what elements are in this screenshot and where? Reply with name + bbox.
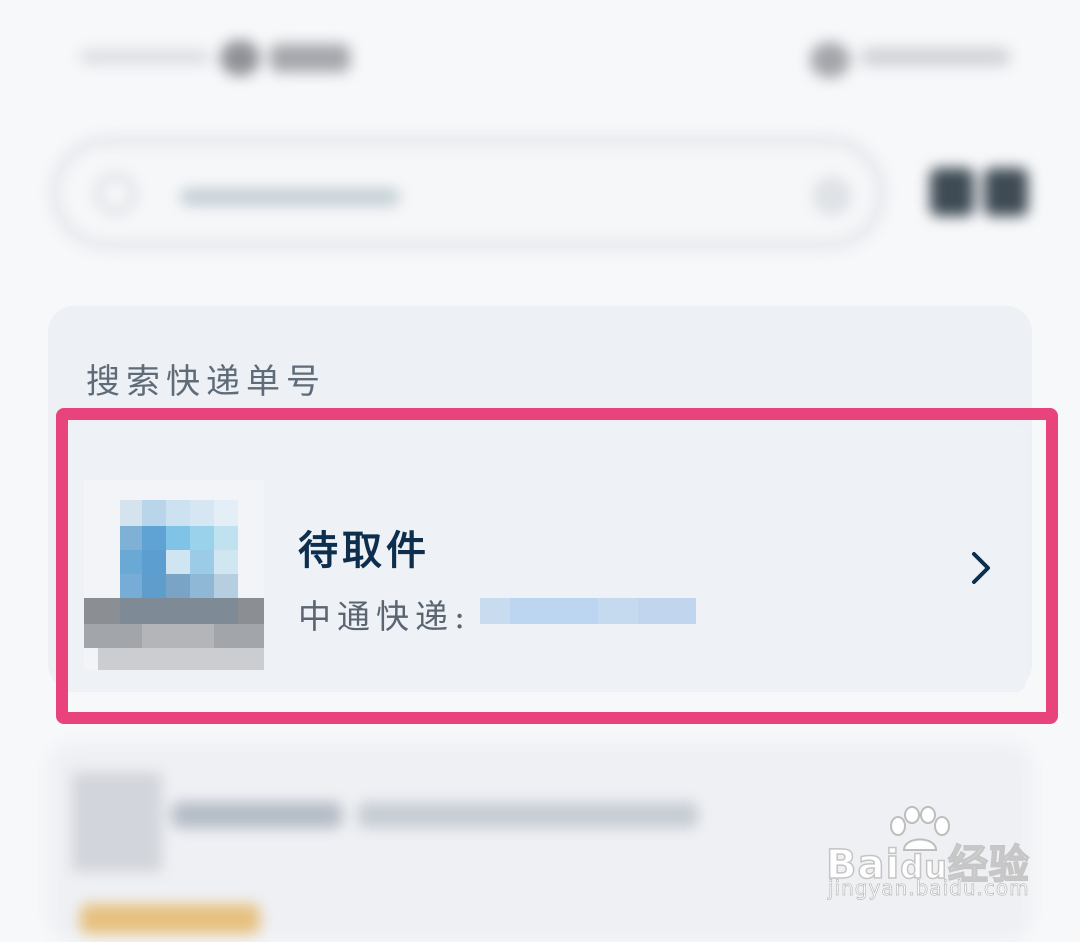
search-icon — [96, 174, 136, 214]
search-input[interactable] — [50, 136, 886, 250]
cancel-button[interactable] — [930, 168, 1030, 216]
header-action-blurred[interactable] — [810, 36, 1010, 80]
baidu-jingyan-watermark: Baidu经验 jingyan.baidu.com — [825, 806, 1036, 902]
watermark-url: jingyan.baidu.com — [828, 876, 1030, 901]
app-title-blurred — [80, 36, 350, 80]
clear-icon[interactable] — [812, 176, 852, 216]
highlight-annotation — [56, 408, 1058, 724]
search-query-blurred — [180, 188, 400, 206]
section-title: 搜索快递单号 — [86, 362, 326, 402]
